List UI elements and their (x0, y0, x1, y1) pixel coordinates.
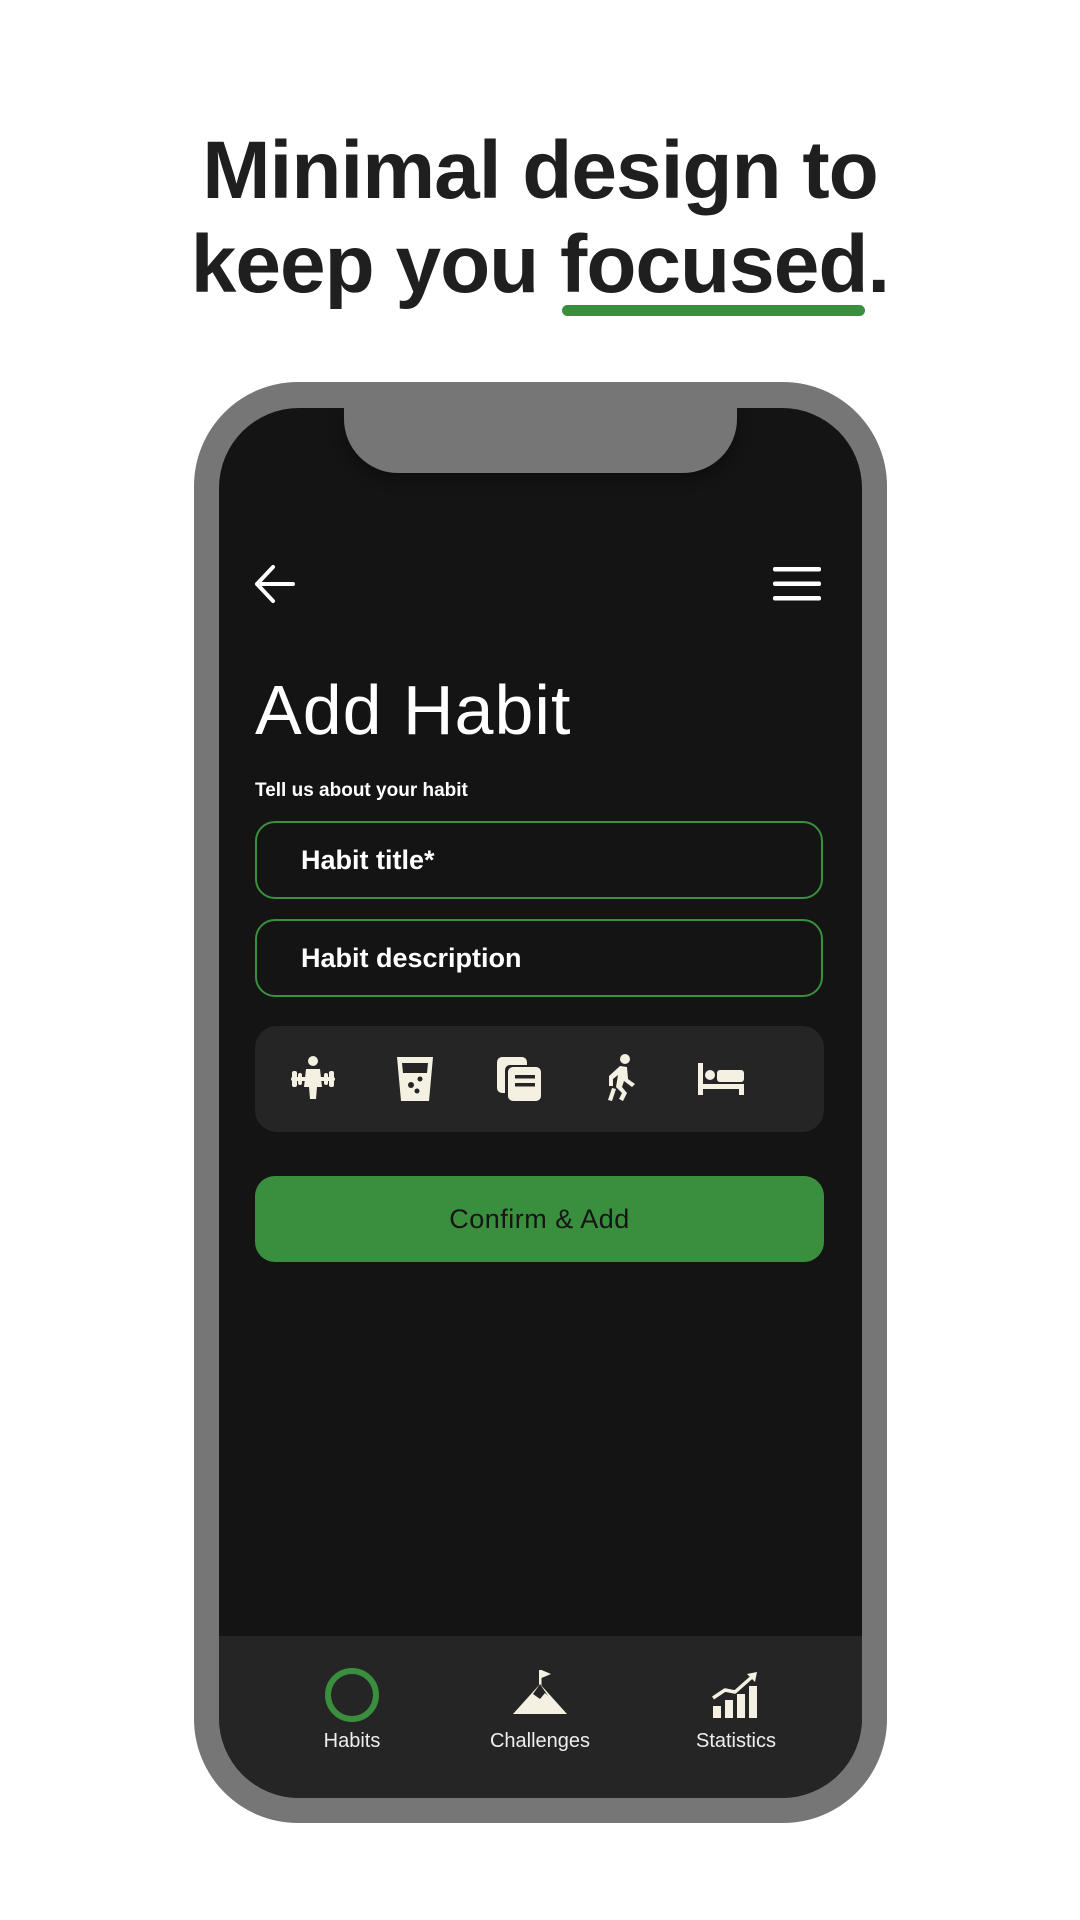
hamburger-menu-icon (773, 567, 821, 601)
ring-icon (325, 1668, 379, 1722)
headline: Minimal design to keep you focused. (0, 124, 1080, 316)
water-glass-icon (397, 1057, 433, 1101)
form-subtitle: Tell us about your habit (255, 780, 468, 801)
bottom-navigation: Habits Challenges Statistics (219, 1636, 862, 1798)
books-icon (497, 1057, 541, 1101)
headline-line-2-start: keep you (190, 219, 561, 310)
mountain-flag-icon (513, 1670, 567, 1714)
back-button[interactable] (249, 558, 301, 610)
bar-chart-icon (712, 1672, 757, 1718)
habit-icon-option-walking[interactable] (595, 1053, 647, 1105)
highlight-underline (562, 305, 866, 316)
nav-item-habits[interactable]: Habits (267, 1666, 437, 1766)
habit-icon-option-sleep[interactable] (695, 1053, 747, 1105)
habit-icon-option-weightlifting[interactable] (287, 1053, 339, 1105)
headline-line-1: Minimal design to (202, 125, 878, 216)
arrow-left-icon (255, 565, 295, 603)
habit-icon-picker (255, 1026, 824, 1132)
phone-notch (344, 408, 737, 473)
phone-frame: Add Habit Tell us about your habit Habit… (194, 382, 887, 1823)
confirm-add-button[interactable]: Confirm & Add (255, 1176, 824, 1262)
walking-icon (608, 1054, 635, 1101)
habit-icon-option-reading[interactable] (493, 1053, 545, 1105)
nav-label-challenges: Challenges (489, 1730, 591, 1752)
headline-highlight-word: focused (560, 218, 868, 316)
phone-screen: Add Habit Tell us about your habit Habit… (219, 408, 862, 1798)
weightlifting-icon (291, 1056, 335, 1099)
headline-line-2-end: . (867, 219, 890, 310)
habit-icon-option-water[interactable] (389, 1053, 441, 1105)
habit-title-input[interactable]: Habit title* (255, 821, 823, 899)
nav-label-statistics: Statistics (695, 1730, 777, 1752)
nav-item-statistics[interactable]: Statistics (651, 1666, 821, 1766)
menu-button[interactable] (769, 558, 825, 610)
page-title: Add Habit (255, 671, 572, 749)
habit-description-input[interactable]: Habit description (255, 919, 823, 997)
nav-item-challenges[interactable]: Challenges (455, 1666, 625, 1766)
headline-highlight-text: focused (560, 219, 868, 310)
nav-label-habits: Habits (323, 1730, 381, 1752)
headline-line-2: keep you focused. (0, 218, 1080, 316)
bed-icon (698, 1063, 744, 1095)
